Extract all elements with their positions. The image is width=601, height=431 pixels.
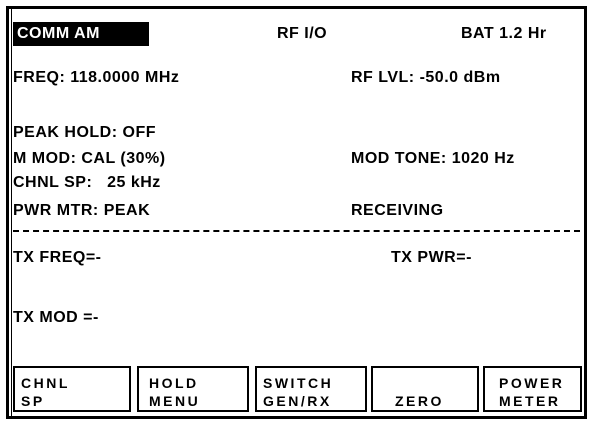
rf-io-label: RF I/O	[277, 25, 328, 42]
softkey-bar: CHNL SP HOLD MENU SWITCH GEN/RX ZERO POW…	[13, 366, 582, 412]
tx-power-readout: TX PWR=-	[391, 249, 472, 266]
hold-menu-softkey[interactable]: HOLD MENU	[137, 366, 249, 412]
channel-spacing-readout: CHNL SP: 25 kHz	[13, 174, 161, 191]
softkey-label: ZERO	[395, 393, 444, 409]
softkey-label: POWER	[499, 375, 565, 391]
receiver-state: RECEIVING	[351, 202, 444, 219]
peak-hold-readout: PEAK HOLD: OFF	[13, 124, 156, 141]
frequency-readout: FREQ: 118.0000 MHz	[13, 69, 180, 86]
softkey-label: MENU	[149, 393, 201, 409]
softkey-label: CHNL	[21, 375, 70, 391]
softkey-label: METER	[499, 393, 561, 409]
zero-softkey[interactable]: ZERO	[371, 366, 479, 412]
switch-gen-rx-softkey[interactable]: SWITCH GEN/RX	[255, 366, 367, 412]
mod-tone-readout: MOD TONE: 1020 Hz	[351, 150, 515, 167]
instrument-display: COMM AM RF I/O BAT 1.2 Hr FREQ: 118.0000…	[6, 6, 587, 419]
battery-status: BAT 1.2 Hr	[461, 25, 547, 42]
softkey-label: GEN/RX	[263, 393, 332, 409]
mode-indicator: COMM AM	[13, 22, 149, 46]
section-divider	[13, 230, 580, 232]
chnl-sp-softkey[interactable]: CHNL SP	[13, 366, 131, 412]
rf-level-readout: RF LVL: -50.0 dBm	[351, 69, 501, 86]
softkey-label: SP	[21, 393, 45, 409]
power-meter-softkey[interactable]: POWER METER	[483, 366, 582, 412]
tx-modulation-readout: TX MOD =-	[13, 309, 99, 326]
softkey-label: HOLD	[149, 375, 199, 391]
modulation-readout: M MOD: CAL (30%)	[13, 150, 166, 167]
softkey-label: SWITCH	[263, 375, 334, 391]
tx-frequency-readout: TX FREQ=-	[13, 249, 102, 266]
power-meter-readout: PWR MTR: PEAK	[13, 202, 151, 219]
